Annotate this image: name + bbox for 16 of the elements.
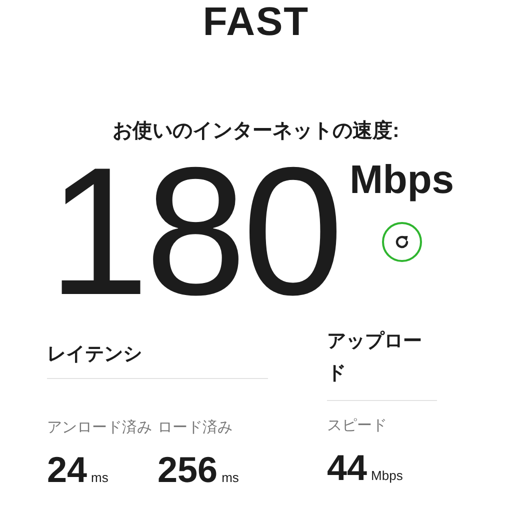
metric-label: ロード済み [158,418,234,438]
latency-title: レイテンシ [47,343,143,367]
metric-label: アンロード済み [47,418,153,438]
metric-unit: ms [222,470,239,485]
metric-value: 24 [47,449,88,491]
upload-title: アップロード [327,330,423,386]
refresh-button[interactable] [382,222,422,262]
metric-label: スピード [327,416,388,436]
metric-value: 44 [327,447,368,489]
logo: FAST [202,0,310,44]
metric-unit: ms [91,470,108,485]
metric-unit: Mbps [371,468,403,483]
speed-headline: お使いのインターネットの速度: [112,118,400,144]
speed-value: 180 [48,148,340,314]
metric-value: 256 [158,449,218,491]
speed-unit: Mbps [350,158,454,202]
